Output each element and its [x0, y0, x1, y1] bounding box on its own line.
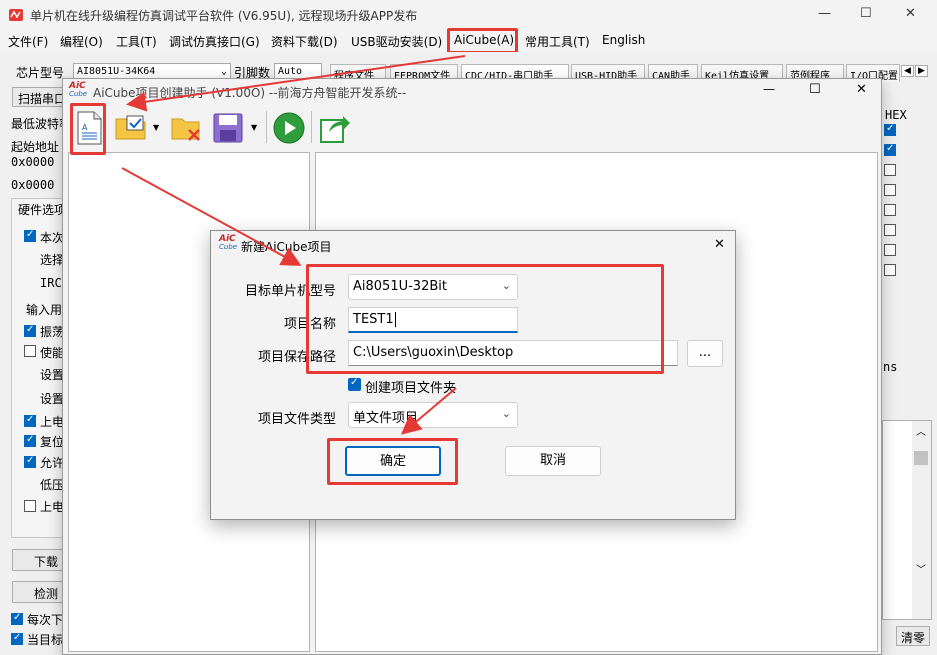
arrow-menu-to-new — [126, 55, 466, 112]
arrow-form-to-ok — [400, 387, 457, 435]
annotation-arrows — [121, 55, 466, 435]
arrow-new-to-form — [121, 167, 302, 266]
